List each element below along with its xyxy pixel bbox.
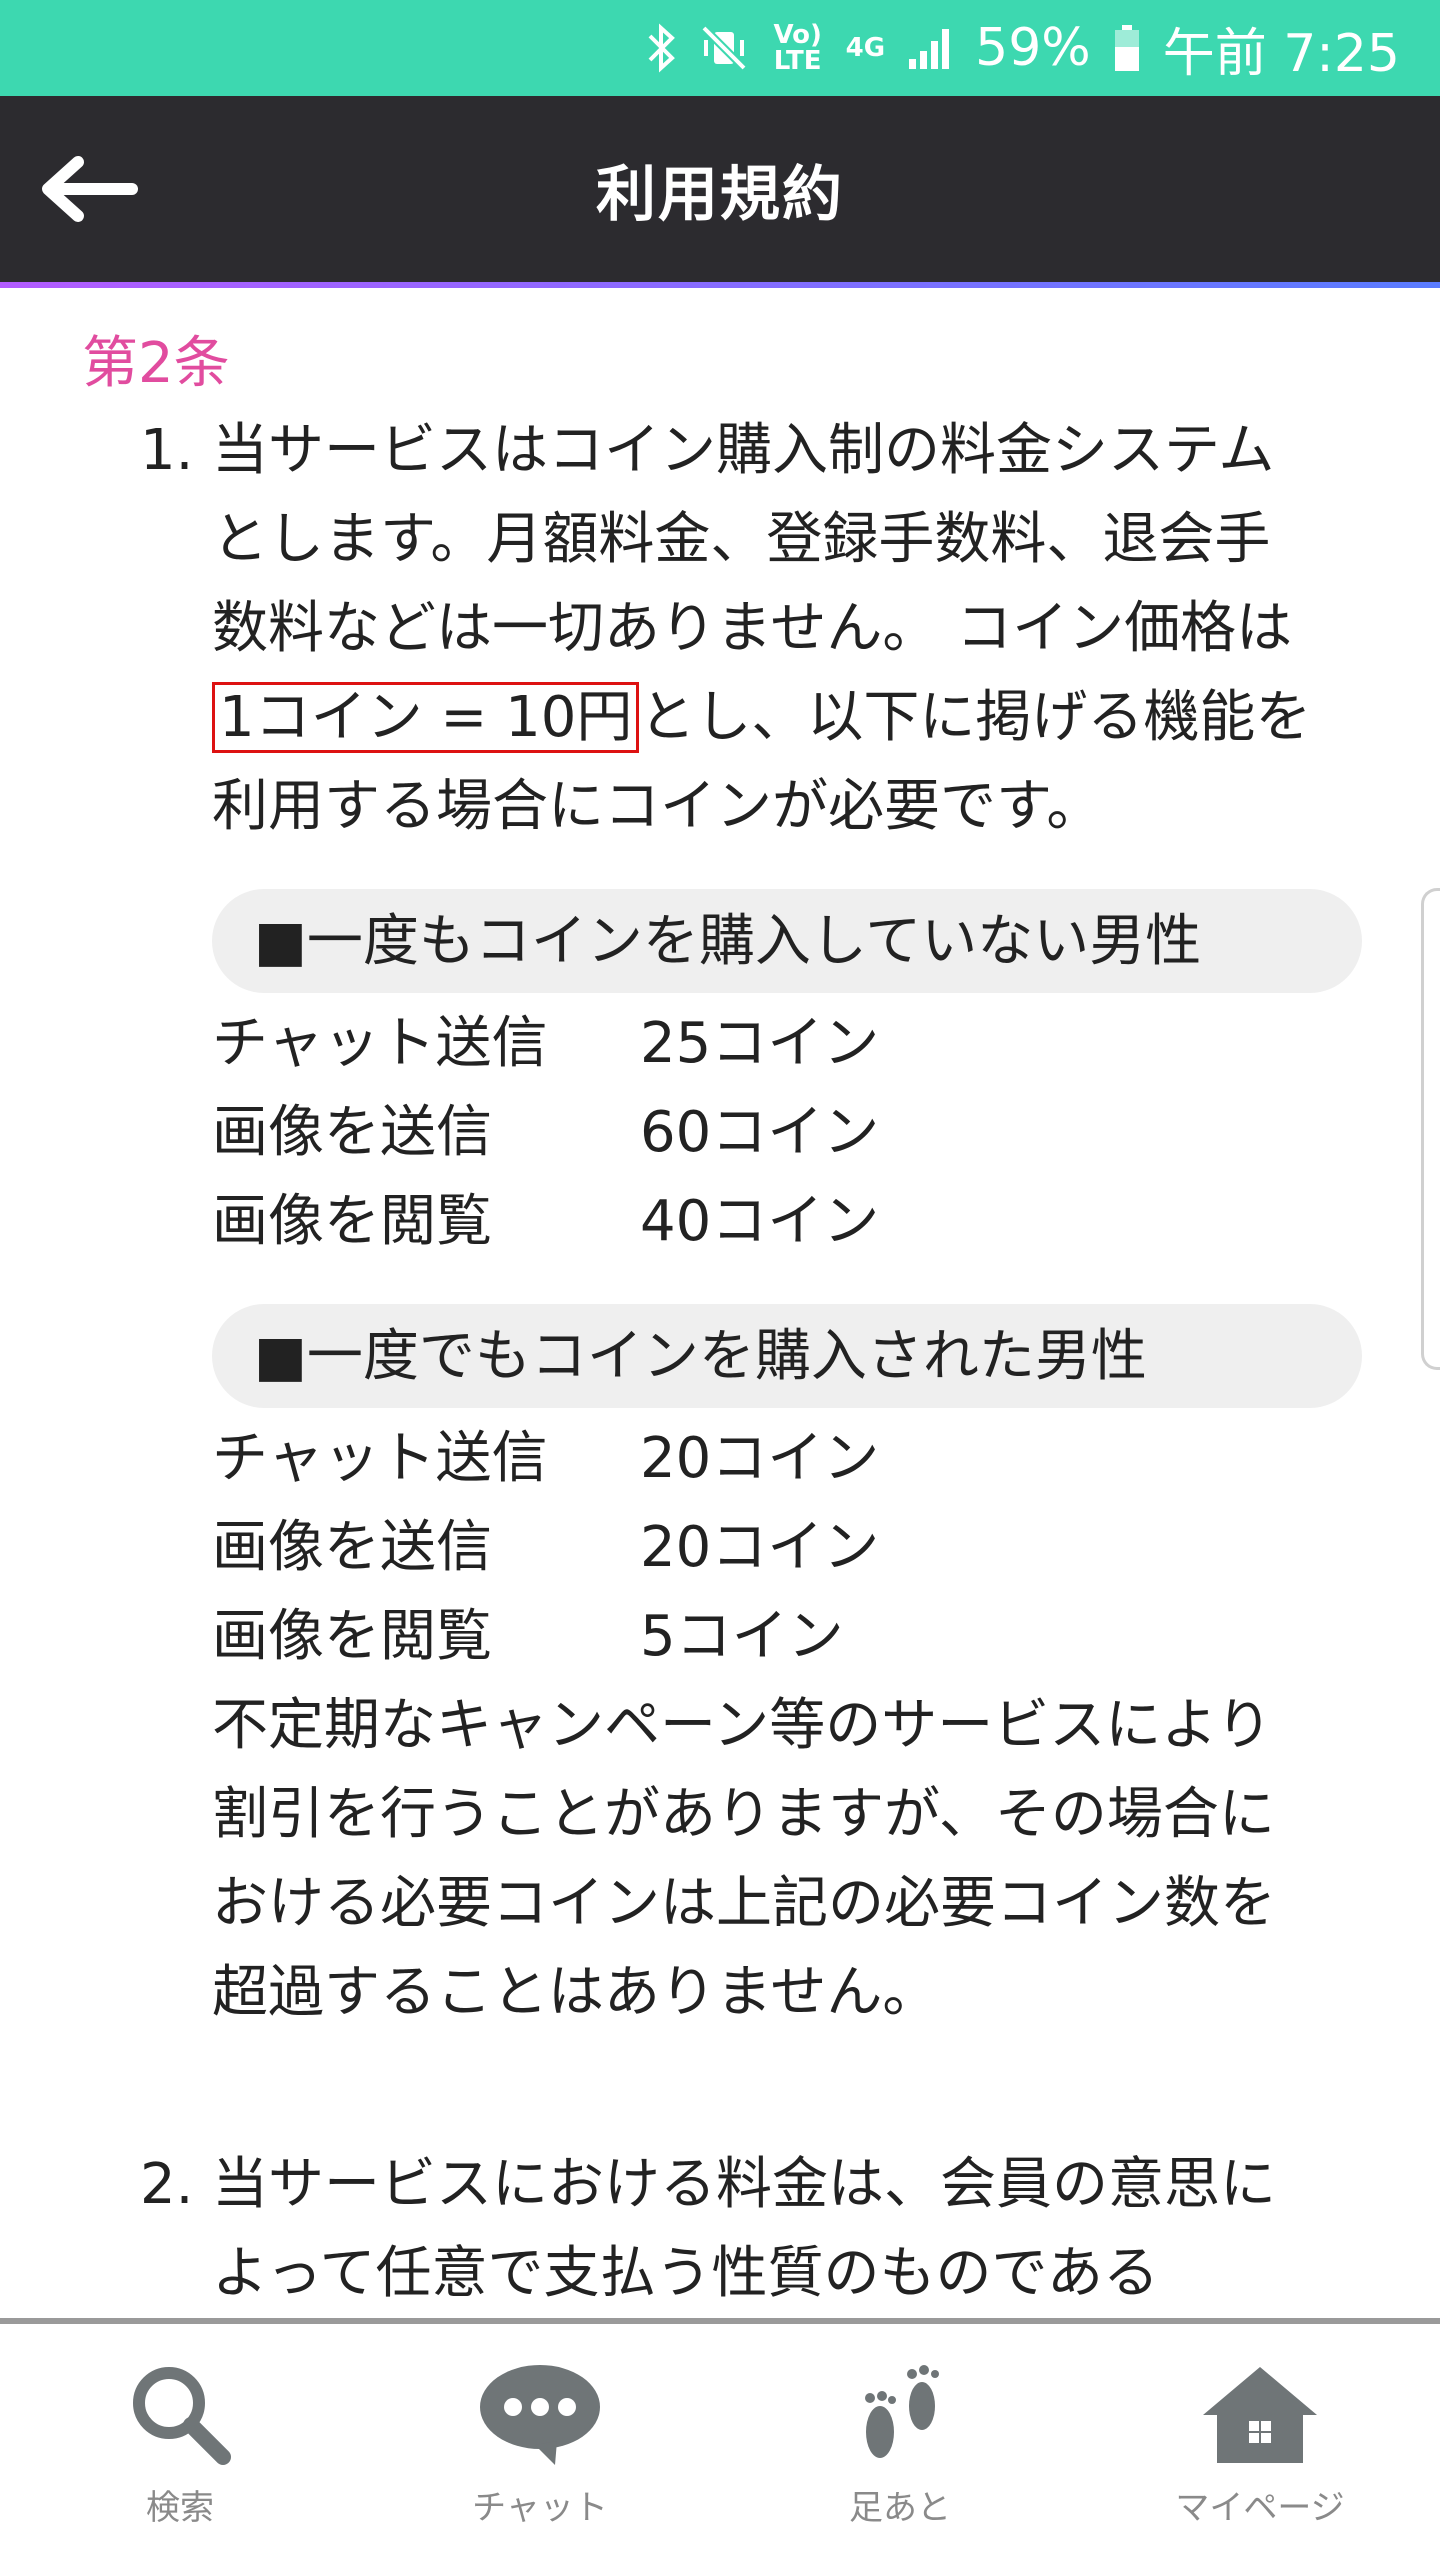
pricing-row: 画像を閲覧 40コイン xyxy=(212,1177,972,1266)
pricing-table-new-user: チャット送信 25コイン 画像を送信 60コイン 画像を閲覧 40コイン xyxy=(212,999,972,1266)
clock: 午前 7:25 xyxy=(1162,23,1400,84)
list-item-2: 2. 当サービスにおける料金は、会員の意思によって任意で支払う性質のものである xyxy=(140,2140,1320,2318)
battery-percentage: 59% xyxy=(975,18,1091,78)
4g-icon: 4G xyxy=(845,33,886,63)
pricing-heading-purchased-user: ■一度でもコインを購入された男性 xyxy=(212,1304,1362,1408)
pricing-label: チャット送信 xyxy=(212,1426,548,1491)
pricing-row: 画像を閲覧 5コイン xyxy=(212,1592,972,1681)
back-arrow-icon xyxy=(42,156,138,222)
pricing-value: 60コイン xyxy=(640,1100,880,1165)
coin-price-highlight: 1コイン = 10円 xyxy=(212,682,640,753)
chat-bubble-icon xyxy=(470,2354,610,2474)
item-number: 2. xyxy=(140,2152,194,2217)
nav-label: 検索 xyxy=(146,2488,214,2528)
bottom-navigation: 検索 チャット 足あと マイページ xyxy=(0,2324,1440,2560)
pricing-row: チャット送信 20コイン xyxy=(212,1414,972,1503)
campaign-footnote: 不定期なキャンペーン等のサービスにより割引を行うことがありますが、その場合におけ… xyxy=(212,1693,1276,2025)
nav-chat[interactable]: チャット xyxy=(360,2324,720,2529)
pricing-row: 画像を送信 20コイン xyxy=(212,1503,972,1592)
nav-label: 足あと xyxy=(849,2488,951,2528)
item-number: 1. xyxy=(140,418,194,483)
list-item-1: 1. 当サービスはコイン購入制の料金システムとします。月額料金、登録手数料、退会… xyxy=(140,406,1362,2037)
volte-icon: Vo) LTE xyxy=(773,20,822,76)
pricing-value: 20コイン xyxy=(640,1515,880,1580)
nav-footprints[interactable]: 足あと xyxy=(720,2324,1080,2529)
footprints-icon xyxy=(830,2354,970,2474)
pricing-row: 画像を送信 60コイン xyxy=(212,1088,972,1177)
page-title: 利用規約 xyxy=(596,159,844,230)
pricing-table-purchased-user: チャット送信 20コイン 画像を送信 20コイン 画像を閲覧 5コイン xyxy=(212,1414,972,1681)
search-icon xyxy=(110,2354,250,2474)
scroll-handle[interactable] xyxy=(1421,888,1440,1370)
pricing-label: チャット送信 xyxy=(212,1011,548,1076)
bluetooth-icon xyxy=(646,22,676,74)
terms-content[interactable]: 第2条 1. 当サービスはコイン購入制の料金システムとします。月額料金、登録手数… xyxy=(0,288,1440,2318)
pricing-value: 5コイン xyxy=(640,1604,844,1669)
home-icon xyxy=(1190,2354,1330,2474)
battery-icon xyxy=(1113,23,1141,73)
nav-label: チャット xyxy=(472,2488,608,2528)
app-header: 利用規約 xyxy=(0,96,1440,282)
item-text-before: 当サービスはコイン購入制の料金システムとします。月額料金、登録手数料、退会手数料… xyxy=(212,418,1293,661)
nav-search[interactable]: 検索 xyxy=(0,2324,360,2529)
pricing-row: チャット送信 25コイン xyxy=(212,999,972,1088)
signal-icon xyxy=(907,25,953,71)
pricing-value: 40コイン xyxy=(640,1189,880,1254)
pricing-label: 画像を閲覧 xyxy=(212,1604,492,1669)
nav-label: マイページ xyxy=(1175,2488,1345,2528)
vibrate-mute-icon xyxy=(698,22,750,74)
back-button[interactable] xyxy=(40,154,140,224)
nav-mypage[interactable]: マイページ xyxy=(1080,2324,1440,2529)
pricing-heading-new-user: ■一度もコインを購入していない男性 xyxy=(212,889,1362,993)
pricing-value: 25コイン xyxy=(640,1011,880,1076)
pricing-label: 画像を送信 xyxy=(212,1100,492,1165)
item-text: 当サービスにおける料金は、会員の意思によって任意で支払う性質のものである xyxy=(212,2152,1276,2306)
article-title: 第2条 xyxy=(82,331,230,396)
pricing-label: 画像を閲覧 xyxy=(212,1189,492,1254)
pricing-label: 画像を送信 xyxy=(212,1515,492,1580)
status-bar: Vo) LTE 4G 59% 午前 7:25 xyxy=(0,0,1440,96)
pricing-value: 20コイン xyxy=(640,1426,880,1491)
